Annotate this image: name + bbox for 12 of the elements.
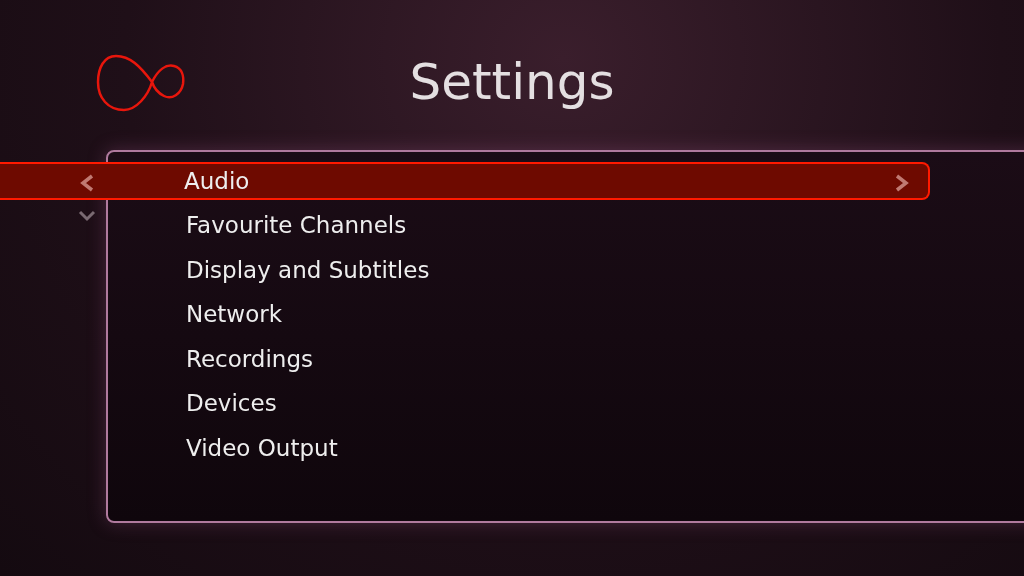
menu-item[interactable]: Audio xyxy=(0,162,930,200)
menu-item[interactable]: Favourite Channels xyxy=(0,206,930,245)
menu-item[interactable]: Network xyxy=(0,295,930,334)
chevron-left-icon[interactable] xyxy=(79,174,95,192)
logo-icon xyxy=(96,54,186,112)
chevron-right-icon[interactable] xyxy=(894,174,910,192)
chevron-down-icon xyxy=(78,210,96,222)
menu-item[interactable]: Display and Subtitles xyxy=(0,251,930,289)
menu-item[interactable]: Devices xyxy=(0,384,930,423)
page-title: Settings xyxy=(409,53,615,111)
menu-item[interactable]: Video Output xyxy=(0,429,930,467)
menu-item[interactable]: Recordings xyxy=(0,340,930,378)
